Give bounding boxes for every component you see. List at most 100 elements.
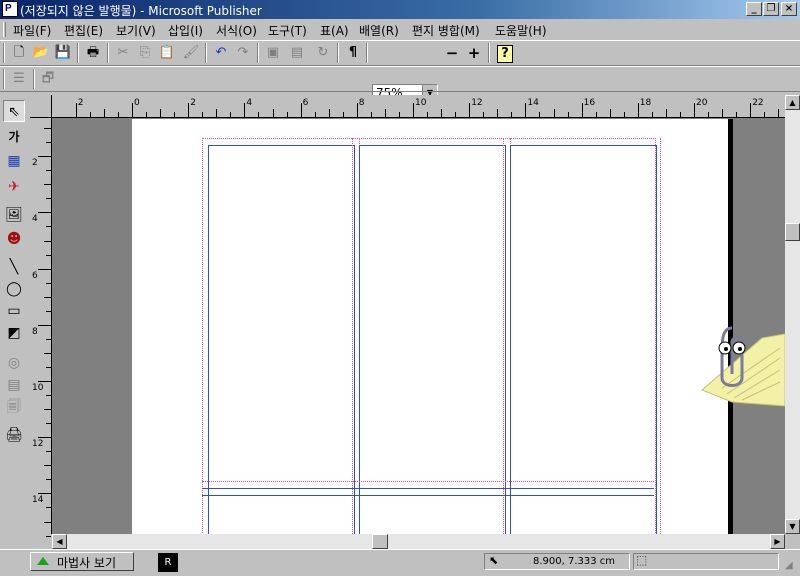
menu-arrange[interactable]: 배열(R) [359, 22, 399, 39]
bring-to-front-icon[interactable]: ▣ [263, 43, 283, 63]
formatting-toolbar: ☰ 🗗 [0, 66, 800, 92]
horizontal-ruler[interactable]: 2 0 2 4 6 8 10 12 14 16 18 20 22 [52, 95, 794, 118]
ruler-tick [567, 112, 569, 117]
menu-tools[interactable]: 도구(T) [268, 22, 307, 39]
menu-insert[interactable]: 삽입(I) [168, 22, 203, 39]
zoom-out-button[interactable]: − [442, 43, 462, 63]
menu-view[interactable]: 보기(V) [116, 22, 156, 39]
column-guide [208, 145, 355, 534]
new-document-icon[interactable]: 🗋 [9, 43, 29, 63]
clipart-gallery-icon[interactable]: ☻ [3, 228, 25, 250]
menu-help[interactable]: 도움말(H) [495, 22, 547, 39]
rectangle-icon[interactable]: ▭ [3, 300, 25, 322]
scroll-up-arrow-icon[interactable]: ▲ [785, 95, 800, 110]
ruler-tick [511, 112, 513, 117]
ruler-tick [46, 170, 51, 172]
menu-file[interactable]: 파일(F) [13, 22, 51, 39]
ruler-tick [216, 109, 218, 117]
ruler-label: 0 [134, 98, 140, 108]
design-gallery-icon[interactable]: 🖨 [3, 424, 25, 446]
row-guide [202, 488, 654, 496]
ruler-tick [651, 112, 653, 117]
show-wizard-button[interactable]: 마법사 보기 [30, 552, 134, 571]
publication-page[interactable] [132, 119, 728, 534]
ruler-tick [525, 103, 527, 117]
html-code-icon[interactable]: 🗐 [3, 396, 25, 418]
paste-icon[interactable]: 📋 [157, 43, 177, 63]
ruler-tick [230, 112, 232, 117]
ruler-tick [609, 109, 611, 117]
help-icon[interactable]: ? [497, 45, 513, 63]
ruler-tick [750, 103, 752, 117]
ruler-tick [188, 103, 190, 117]
wordart-frame-icon[interactable]: ✈ [3, 176, 25, 198]
horizontal-scrollbar[interactable]: ◀ ▶ [52, 534, 785, 549]
ruler-label: 22 [752, 98, 764, 108]
ruler-tick [455, 112, 457, 117]
format-painter-icon[interactable]: 🖌 [181, 43, 201, 63]
ruler-tick [623, 112, 625, 117]
ruler-tick [342, 112, 344, 117]
ruler-label: 18 [639, 98, 652, 108]
ruler-tick [44, 409, 52, 411]
properties-icon[interactable]: 🗗 [38, 69, 58, 89]
align-icon[interactable]: ☰ [9, 69, 29, 89]
copy-icon[interactable]: ⎘ [135, 43, 155, 63]
oval-icon[interactable]: ◯ [3, 278, 25, 300]
ruler-tick [722, 109, 724, 117]
minimize-button[interactable]: _ [746, 2, 762, 16]
menu-edit[interactable]: 편집(E) [64, 22, 103, 39]
ruler-tick [44, 128, 52, 130]
office-assistant[interactable] [692, 318, 785, 410]
ruler-tick [38, 156, 52, 158]
menu-mail-merge[interactable]: 편지 병합(M) [412, 22, 480, 39]
hotspot-icon[interactable]: ▤ [3, 374, 25, 396]
page-navigator[interactable]: R [158, 553, 178, 572]
ruler-tick [398, 112, 400, 117]
vertical-ruler[interactable]: 246810121416 [30, 118, 52, 562]
scroll-down-arrow-icon[interactable]: ▼ [785, 519, 800, 534]
publication-workspace[interactable] [52, 118, 785, 534]
menu-table[interactable]: 표(A) [320, 22, 349, 39]
ruler-tick [46, 254, 51, 256]
send-to-back-icon[interactable]: ▤ [287, 43, 307, 63]
text-frame-icon[interactable]: 가 [3, 126, 25, 148]
ruler-tick [384, 109, 386, 117]
menu-format[interactable]: 서식(O) [216, 22, 257, 39]
redo-icon[interactable]: ↷ [233, 43, 253, 63]
pilcrow-icon[interactable]: ¶ [343, 43, 363, 63]
save-icon[interactable]: 💾 [53, 43, 73, 63]
ruler-tick [46, 423, 51, 425]
cut-icon[interactable]: ✂ [113, 43, 133, 63]
open-folder-icon[interactable]: 📂 [31, 43, 51, 63]
line-icon[interactable]: ╲ [3, 256, 25, 278]
vertical-scrollbar[interactable]: ▲ ▼ [785, 95, 800, 534]
ruler-corner[interactable] [30, 95, 52, 118]
scroll-left-arrow-icon[interactable]: ◀ [52, 534, 67, 549]
picture-frame-icon[interactable]: 🖼 [3, 204, 25, 226]
ruler-tick [497, 109, 499, 117]
vertical-scroll-thumb[interactable] [785, 223, 800, 241]
ruler-tick [679, 112, 681, 117]
ruler-tick [46, 338, 51, 340]
scroll-right-arrow-icon[interactable]: ▶ [770, 534, 785, 549]
margin-guide [660, 138, 661, 534]
restore-button[interactable]: ❐ [763, 2, 779, 16]
object-size-panel: ⬚ [633, 553, 779, 570]
form-control-icon[interactable]: ◎ [3, 352, 25, 374]
ruler-tick [46, 366, 51, 368]
table-frame-icon[interactable]: ▦ [3, 150, 25, 172]
ruler-tick [441, 109, 443, 117]
rotate-icon[interactable]: ↻ [313, 43, 333, 63]
ruler-tick [44, 521, 52, 523]
resize-grip-icon[interactable]: ◢ [785, 560, 799, 574]
horizontal-scroll-thumb[interactable] [372, 534, 388, 549]
publisher-icon[interactable]: P [2, 1, 18, 17]
print-icon[interactable]: 🖶 [83, 43, 103, 63]
undo-icon[interactable]: ↶ [211, 43, 231, 63]
pointer-icon[interactable]: ⇖ [3, 100, 25, 122]
ruler-tick [46, 507, 51, 509]
zoom-in-button[interactable]: + [464, 43, 484, 63]
close-button[interactable]: × [781, 2, 797, 16]
custom-shapes-icon[interactable]: ◩ [3, 322, 25, 344]
